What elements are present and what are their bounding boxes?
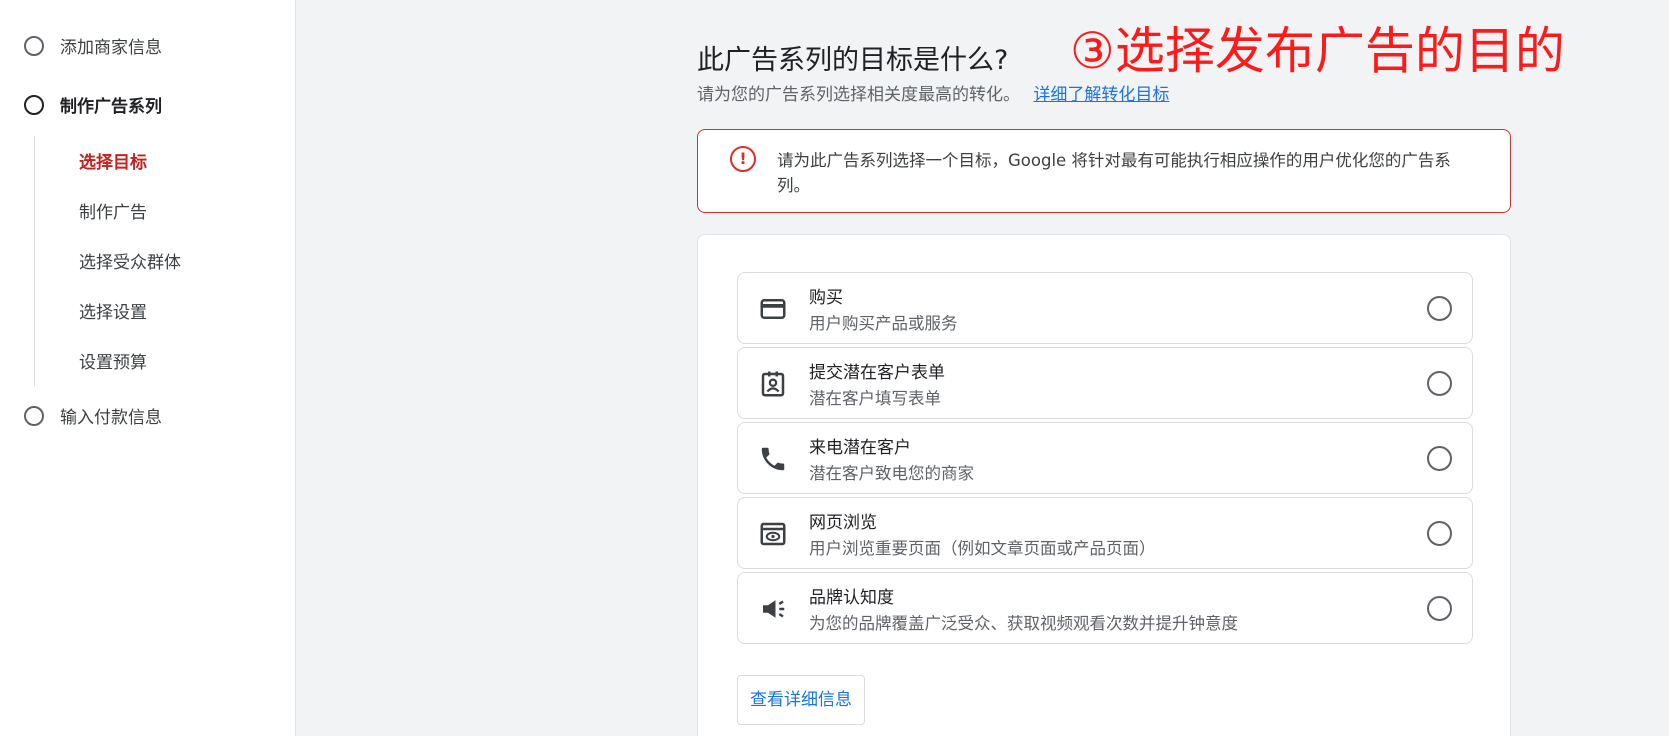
goal-option-phone-leads[interactable]: 来电潜在客户 潜在客户致电您的商家 [737, 422, 1473, 494]
goal-options-card: 购买 用户购买产品或服务 提交潜在客户表单 潜在客户填写表单 来电潜在客户 潜在… [697, 234, 1511, 736]
option-description: 潜在客户填写表单 [809, 389, 941, 408]
option-radio[interactable] [1427, 371, 1452, 396]
substep-set-budget[interactable]: 设置预算 [79, 348, 147, 373]
option-description: 用户浏览重要页面（例如文章页面或产品页面） [809, 539, 1156, 558]
option-radio[interactable] [1427, 521, 1452, 546]
substep-select-audience[interactable]: 选择受众群体 [79, 248, 181, 273]
error-icon: ! [730, 146, 756, 172]
megaphone-icon [758, 594, 788, 624]
option-radio[interactable] [1427, 596, 1452, 621]
annotation-text: ③选择发布广告的目的 [1070, 22, 1565, 80]
step-add-business-info[interactable]: 添加商家信息 [24, 33, 162, 58]
subtitle-text: 请为您的广告系列选择相关度最高的转化。 [697, 85, 1020, 105]
credit-card-icon [758, 294, 788, 324]
option-title: 网页浏览 [809, 513, 877, 533]
contact-form-icon [758, 369, 788, 399]
view-details-button[interactable]: 查看详细信息 [737, 675, 865, 725]
goal-option-purchase[interactable]: 购买 用户购买产品或服务 [737, 272, 1473, 344]
page-title: 此广告系列的目标是什么? [697, 45, 1009, 76]
step-label: 制作广告系列 [60, 97, 162, 117]
page-subtitle: 请为您的广告系列选择相关度最高的转化。 详细了解转化目标 [697, 80, 1169, 105]
step-status-circle [24, 94, 44, 115]
option-title: 提交潜在客户表单 [809, 363, 945, 383]
step-status-circle [24, 405, 44, 426]
option-title: 来电潜在客户 [809, 438, 911, 458]
option-title: 购买 [809, 288, 843, 308]
option-title: 品牌认知度 [809, 588, 894, 608]
goal-option-brand-awareness[interactable]: 品牌认知度 为您的品牌覆盖广泛受众、获取视频观看次数并提升钟意度 [737, 572, 1473, 644]
option-description: 为您的品牌覆盖广泛受众、获取视频观看次数并提升钟意度 [809, 614, 1238, 633]
phone-icon [758, 444, 788, 474]
step-label: 输入付款信息 [60, 408, 162, 428]
option-description: 潜在客户致电您的商家 [809, 464, 974, 483]
sidebar: 添加商家信息 制作广告系列 选择目标 制作广告 选择受众群体 选择设置 设置预算… [0, 0, 296, 736]
goal-option-lead-form[interactable]: 提交潜在客户表单 潜在客户填写表单 [737, 347, 1473, 419]
step-create-campaign[interactable]: 制作广告系列 [24, 92, 162, 117]
option-description: 用户购买产品或服务 [809, 314, 958, 333]
step-payment-info[interactable]: 输入付款信息 [24, 403, 162, 428]
error-message-box: ! 请为此广告系列选择一个目标，Google 将针对最有可能执行相应操作的用户优… [697, 129, 1511, 213]
option-radio[interactable] [1427, 446, 1452, 471]
step-label: 添加商家信息 [60, 38, 162, 58]
goal-option-page-views[interactable]: 网页浏览 用户浏览重要页面（例如文章页面或产品页面） [737, 497, 1473, 569]
webpage-view-icon [758, 519, 788, 549]
option-radio[interactable] [1427, 296, 1452, 321]
substep-select-goal[interactable]: 选择目标 [79, 148, 147, 173]
substeps-divider [34, 136, 35, 386]
substep-create-ad[interactable]: 制作广告 [79, 198, 147, 223]
step-status-circle [24, 35, 44, 56]
learn-more-link[interactable]: 详细了解转化目标 [1033, 85, 1169, 105]
substep-select-settings[interactable]: 选择设置 [79, 298, 147, 323]
error-text: 请为此广告系列选择一个目标，Google 将针对最有可能执行相应操作的用户优化您… [777, 151, 1451, 195]
